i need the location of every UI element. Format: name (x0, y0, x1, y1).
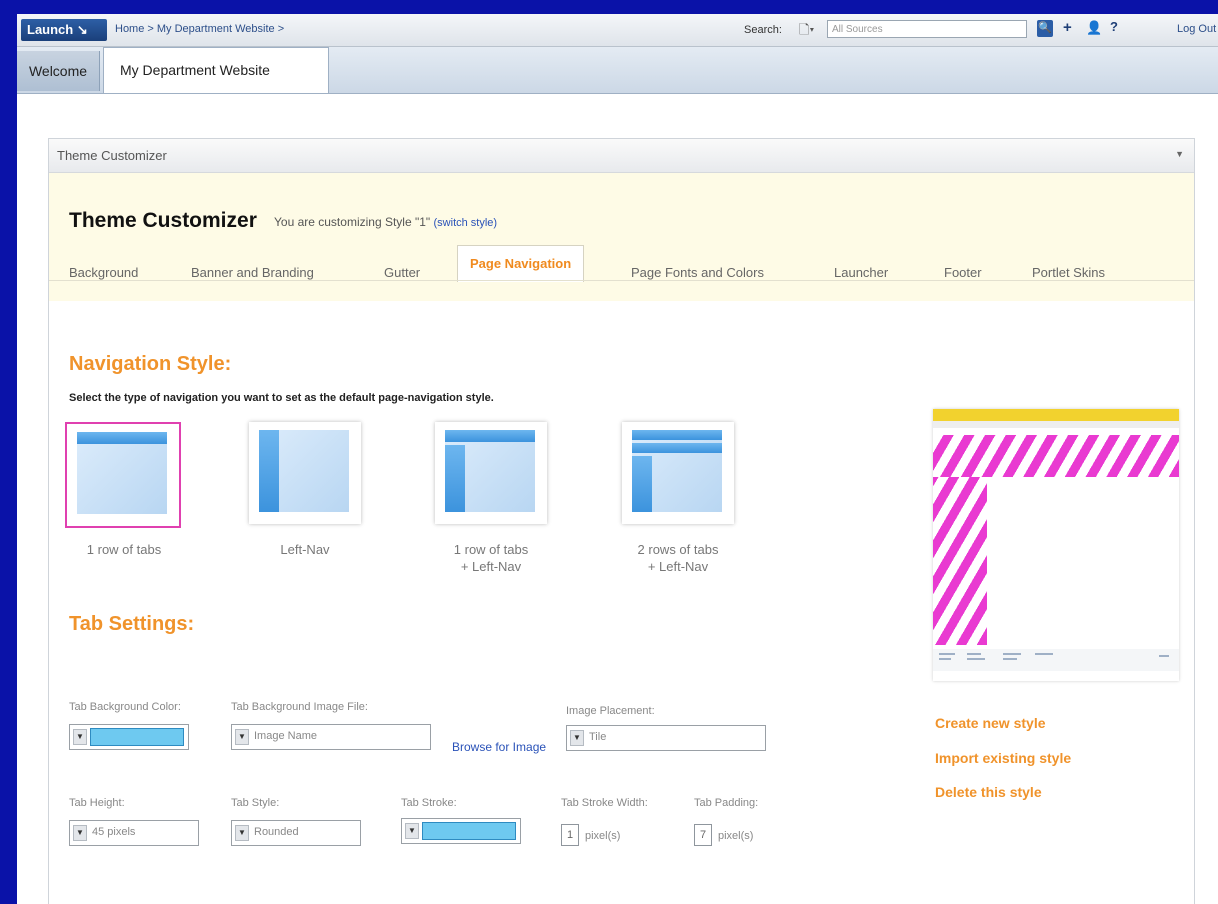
tab-portlet-skins[interactable]: Portlet Skins (1032, 265, 1105, 280)
image-name-value: Image Name (254, 730, 317, 742)
tab-welcome[interactable]: Welcome (17, 51, 100, 91)
tab-launcher[interactable]: Launcher (834, 265, 888, 280)
tab-stroke-width-input[interactable]: 1 (561, 824, 579, 846)
tab-background-image-field[interactable]: ▼ Image Name (231, 724, 431, 750)
search-label: Search: (744, 24, 782, 36)
tab-padding-unit: pixel(s) (718, 830, 754, 842)
chevron-down-icon[interactable]: ▼ (235, 825, 249, 841)
nav-option-2-rows-tabs-left-nav[interactable] (622, 422, 734, 524)
color-swatch (422, 822, 516, 840)
user-icon[interactable]: 👤 (1086, 20, 1102, 36)
search-input[interactable]: All Sources (827, 20, 1027, 38)
customizer-subtitle: You are customizing Style "1" (switch st… (274, 215, 497, 229)
stroke-width-unit: pixel(s) (585, 830, 621, 842)
tab-background[interactable]: Background (69, 265, 138, 280)
browser-screen: Launch ↘ Home > My Department Website > … (17, 14, 1218, 904)
preview-left-nav-highlight (933, 477, 987, 645)
tab-footer[interactable]: Footer (944, 265, 982, 280)
breadcrumb[interactable]: Home > My Department Website > (115, 23, 284, 35)
chevron-down-icon[interactable]: ▼ (235, 729, 249, 745)
navigation-style-instruction: Select the type of navigation you want t… (69, 392, 494, 404)
portlet-menu-icon[interactable]: ▼ (1175, 149, 1184, 159)
layout-preview-icon (445, 430, 535, 512)
tab-gutter[interactable]: Gutter (384, 265, 420, 280)
nav-option-caption: 2 rows of tabs + Left-Nav (637, 542, 719, 574)
tab-style-label: Tab Style: (231, 797, 280, 809)
portlet-title: Theme Customizer (57, 148, 167, 163)
tab-padding-label: Tab Padding: (694, 797, 759, 809)
tab-height-label: Tab Height: (69, 797, 125, 809)
top-toolbar: Launch ↘ Home > My Department Website > … (17, 14, 1218, 47)
color-swatch (90, 728, 184, 746)
customizer-header: Theme Customizer You are customizing Sty… (49, 173, 1194, 301)
image-placement-label: Image Placement: (566, 705, 655, 717)
page-tabs: Welcome My Department Website (17, 47, 1218, 94)
nav-option-1-row-tabs[interactable] (65, 422, 181, 528)
layout-preview-icon (259, 430, 349, 512)
tab-background-color-label: Tab Background Color: (69, 701, 181, 713)
tab-banner-and-branding[interactable]: Banner and Branding (191, 265, 314, 280)
import-existing-style-link[interactable]: Import existing style (935, 750, 1071, 766)
source-picker-icon[interactable]: 🗋▾ (799, 21, 817, 37)
layout-preview-icon (77, 432, 167, 514)
tab-stroke-width-label: Tab Stroke Width: (561, 797, 648, 809)
layout-preview-icon (632, 430, 722, 512)
image-placement-select[interactable]: ▼ Tile (566, 725, 766, 751)
tab-page-navigation[interactable]: Page Navigation (457, 245, 585, 282)
portlet-header: Theme Customizer ▼ (49, 139, 1194, 173)
chevron-down-icon[interactable]: ▼ (570, 730, 584, 746)
preview-footer (933, 649, 1179, 671)
tab-background-image-label: Tab Background Image File: (231, 701, 368, 713)
tab-style-value: Rounded (254, 826, 299, 838)
tab-background-color-picker[interactable]: ▼ (69, 724, 189, 750)
chevron-down-icon[interactable]: ▼ (73, 729, 87, 745)
create-new-style-link[interactable]: Create new style (935, 715, 1046, 731)
page-title: Theme Customizer (69, 209, 257, 232)
logout-link[interactable]: Log Out (1177, 23, 1216, 35)
theme-preview (933, 409, 1179, 681)
tab-stroke-label: Tab Stroke: (401, 797, 457, 809)
tab-padding-input[interactable]: 7 (694, 824, 712, 846)
chevron-down-icon[interactable]: ▼ (73, 825, 87, 841)
nav-option-caption: 1 row of tabs (86, 542, 162, 557)
image-placement-value: Tile (589, 731, 607, 743)
preview-tab-highlight (933, 435, 1179, 477)
navigation-style-heading: Navigation Style: (69, 353, 232, 375)
screen-frame: Launch ↘ Home > My Department Website > … (0, 0, 1218, 904)
help-icon[interactable]: ? (1110, 19, 1118, 34)
tab-page-fonts-and-colors[interactable]: Page Fonts and Colors (631, 265, 764, 280)
tab-style-select[interactable]: ▼ Rounded (231, 820, 361, 846)
tab-height-value: 45 pixels (92, 826, 136, 838)
switch-style-link[interactable]: (switch style) (434, 217, 498, 229)
chevron-down-icon[interactable]: ▼ (405, 823, 419, 839)
customizer-subtitle-text: You are customizing Style "1" (274, 215, 431, 229)
tab-settings-heading: Tab Settings: (69, 613, 195, 635)
add-icon[interactable]: + (1063, 19, 1072, 36)
nav-option-left-nav[interactable] (249, 422, 361, 524)
nav-option-1-row-tabs-left-nav[interactable] (435, 422, 547, 524)
tab-my-department-website[interactable]: My Department Website (103, 47, 329, 93)
search-button[interactable]: 🔍 (1037, 20, 1053, 37)
tab-stroke-color-picker[interactable]: ▼ (401, 818, 521, 844)
delete-this-style-link[interactable]: Delete this style (935, 784, 1042, 800)
tab-divider (49, 280, 1194, 281)
browse-for-image-link[interactable]: Browse for Image (452, 740, 546, 754)
theme-customizer-portlet: Theme Customizer ▼ Theme Customizer You … (48, 138, 1195, 904)
preview-tab-bar (933, 421, 1179, 428)
nav-option-caption: 1 row of tabs + Left-Nav (453, 542, 529, 574)
preview-banner (933, 409, 1179, 421)
launch-button[interactable]: Launch ↘ (21, 19, 107, 41)
tab-height-select[interactable]: ▼ 45 pixels (69, 820, 199, 846)
nav-option-caption: Left-Nav (280, 542, 330, 557)
